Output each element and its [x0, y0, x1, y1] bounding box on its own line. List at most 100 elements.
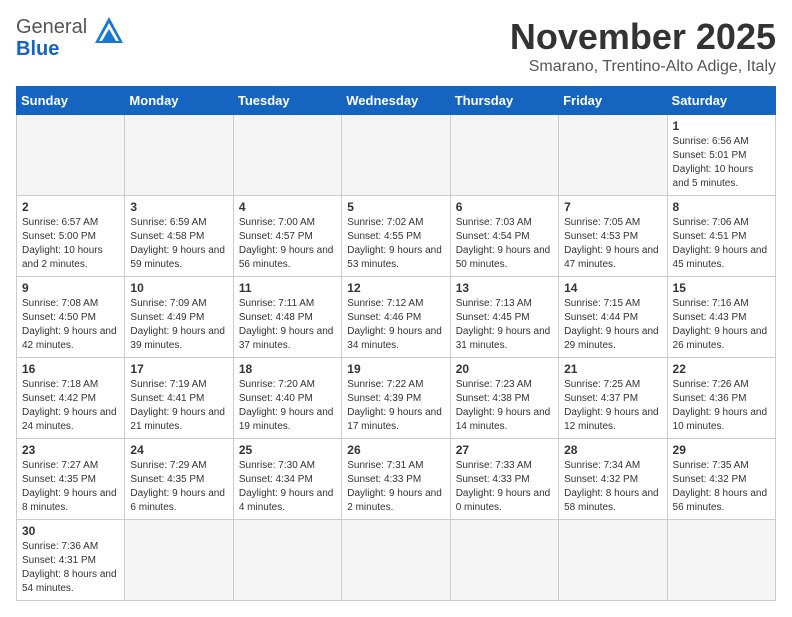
day-info: Sunrise: 7:00 AM Sunset: 4:57 PM Dayligh… — [239, 216, 336, 272]
calendar-week-row: 30 Sunrise: 7:36 AM Sunset: 4:31 PM Dayli… — [17, 520, 776, 601]
weekday-monday: Monday — [125, 87, 233, 115]
day-number: 21 — [564, 362, 661, 376]
day-number: 10 — [130, 281, 227, 295]
day-number: 3 — [130, 200, 227, 214]
day-info: Sunrise: 7:36 AM Sunset: 4:31 PM Dayligh… — [22, 540, 119, 596]
day-number: 28 — [564, 443, 661, 457]
day-info: Sunrise: 7:30 AM Sunset: 4:34 PM Dayligh… — [239, 459, 336, 515]
calendar-cell — [450, 520, 558, 601]
day-number: 19 — [347, 362, 444, 376]
month-title: November 2025 — [510, 16, 776, 58]
weekday-friday: Friday — [559, 87, 667, 115]
calendar-cell: 19 Sunrise: 7:22 AM Sunset: 4:39 PM Dayli… — [342, 358, 450, 439]
day-number: 15 — [673, 281, 770, 295]
calendar-cell — [667, 520, 775, 601]
calendar-cell: 1 Sunrise: 6:56 AM Sunset: 5:01 PM Daylig… — [667, 115, 775, 196]
calendar-cell: 20Sunrise: 7:23 AM Sunset: 4:38 PM Dayli… — [450, 358, 558, 439]
day-info: Sunrise: 7:26 AM Sunset: 4:36 PM Dayligh… — [673, 378, 770, 434]
day-number: 9 — [22, 281, 119, 295]
day-number: 2 — [22, 200, 119, 214]
weekday-header-row: SundayMondayTuesdayWednesdayThursdayFrid… — [17, 87, 776, 115]
day-number: 7 — [564, 200, 661, 214]
calendar-cell: 8 Sunrise: 7:06 AM Sunset: 4:51 PM Daylig… — [667, 196, 775, 277]
logo-general: General — [16, 16, 87, 38]
day-number: 26 — [347, 443, 444, 457]
calendar-cell — [450, 115, 558, 196]
calendar-cell: 10 Sunrise: 7:09 AM Sunset: 4:49 PM Dayli… — [125, 277, 233, 358]
day-info: Sunrise: 7:19 AM Sunset: 4:41 PM Dayligh… — [130, 378, 227, 434]
calendar-cell: 6 Sunrise: 7:03 AM Sunset: 4:54 PM Daylig… — [450, 196, 558, 277]
calendar-cell: 4 Sunrise: 7:00 AM Sunset: 4:57 PM Daylig… — [233, 196, 341, 277]
weekday-tuesday: Tuesday — [233, 87, 341, 115]
day-number: 16 — [22, 362, 119, 376]
calendar-cell: 26 Sunrise: 7:31 AM Sunset: 4:33 PM Dayli… — [342, 439, 450, 520]
calendar-cell: 25 Sunrise: 7:30 AM Sunset: 4:34 PM Dayli… — [233, 439, 341, 520]
calendar-cell — [342, 520, 450, 601]
day-info: Sunrise: 7:08 AM Sunset: 4:50 PM Dayligh… — [22, 297, 119, 353]
calendar-cell — [559, 520, 667, 601]
day-info: Sunrise: 6:57 AM Sunset: 5:00 PM Dayligh… — [22, 216, 119, 272]
day-info: Sunrise: 7:15 AM Sunset: 4:44 PM Dayligh… — [564, 297, 661, 353]
day-info: Sunrise: 7:25 AM Sunset: 4:37 PM Dayligh… — [564, 378, 661, 434]
day-info: Sunrise: 6:56 AM Sunset: 5:01 PM Dayligh… — [673, 135, 770, 191]
day-info: Sunrise: 7:31 AM Sunset: 4:33 PM Dayligh… — [347, 459, 444, 515]
calendar-cell: 24 Sunrise: 7:29 AM Sunset: 4:35 PM Dayli… — [125, 439, 233, 520]
calendar-cell: 27Sunrise: 7:33 AM Sunset: 4:33 PM Dayli… — [450, 439, 558, 520]
logo-text: General Blue — [16, 16, 87, 60]
day-number: 8 — [673, 200, 770, 214]
title-area: November 2025 Smarano, Trentino-Alto Adi… — [510, 16, 776, 76]
day-number: 30 — [22, 524, 119, 538]
day-info: Sunrise: 7:33 AM Sunset: 4:33 PM Dayligh… — [456, 459, 553, 515]
calendar-cell — [233, 115, 341, 196]
weekday-thursday: Thursday — [450, 87, 558, 115]
calendar-cell: 13Sunrise: 7:13 AM Sunset: 4:45 PM Dayli… — [450, 277, 558, 358]
day-number: 14 — [564, 281, 661, 295]
day-number: 6 — [456, 200, 553, 214]
day-number: 5 — [347, 200, 444, 214]
calendar-cell: 11 Sunrise: 7:11 AM Sunset: 4:48 PM Dayli… — [233, 277, 341, 358]
calendar-cell: 9 Sunrise: 7:08 AM Sunset: 4:50 PM Daylig… — [17, 277, 125, 358]
day-number: 4 — [239, 200, 336, 214]
day-number: 24 — [130, 443, 227, 457]
calendar-cell: 15 Sunrise: 7:16 AM Sunset: 4:43 PM Dayli… — [667, 277, 775, 358]
calendar-week-row: 1 Sunrise: 6:56 AM Sunset: 5:01 PM Daylig… — [17, 115, 776, 196]
day-info: Sunrise: 6:59 AM Sunset: 4:58 PM Dayligh… — [130, 216, 227, 272]
weekday-sunday: Sunday — [17, 87, 125, 115]
day-info: Sunrise: 7:09 AM Sunset: 4:49 PM Dayligh… — [130, 297, 227, 353]
calendar-cell — [342, 115, 450, 196]
day-number: 25 — [239, 443, 336, 457]
day-number: 22 — [673, 362, 770, 376]
calendar-cell — [17, 115, 125, 196]
day-info: Sunrise: 7:22 AM Sunset: 4:39 PM Dayligh… — [347, 378, 444, 434]
day-info: Sunrise: 7:03 AM Sunset: 4:54 PM Dayligh… — [456, 216, 553, 272]
day-number: 11 — [239, 281, 336, 295]
day-number: 17 — [130, 362, 227, 376]
day-info: Sunrise: 7:16 AM Sunset: 4:43 PM Dayligh… — [673, 297, 770, 353]
calendar-cell: 3 Sunrise: 6:59 AM Sunset: 4:58 PM Daylig… — [125, 196, 233, 277]
calendar-cell: 22 Sunrise: 7:26 AM Sunset: 4:36 PM Dayli… — [667, 358, 775, 439]
day-info: Sunrise: 7:29 AM Sunset: 4:35 PM Dayligh… — [130, 459, 227, 515]
day-info: Sunrise: 7:02 AM Sunset: 4:55 PM Dayligh… — [347, 216, 444, 272]
day-number: 29 — [673, 443, 770, 457]
calendar-cell: 5 Sunrise: 7:02 AM Sunset: 4:55 PM Daylig… — [342, 196, 450, 277]
day-number: 20 — [456, 362, 553, 376]
logo-area: General Blue — [16, 16, 125, 60]
calendar-week-row: 9 Sunrise: 7:08 AM Sunset: 4:50 PM Daylig… — [17, 277, 776, 358]
calendar-cell: 2 Sunrise: 6:57 AM Sunset: 5:00 PM Daylig… — [17, 196, 125, 277]
calendar-week-row: 16 Sunrise: 7:18 AM Sunset: 4:42 PM Dayli… — [17, 358, 776, 439]
calendar-week-row: 23Sunrise: 7:27 AM Sunset: 4:35 PM Dayli… — [17, 439, 776, 520]
weekday-saturday: Saturday — [667, 87, 775, 115]
calendar-cell: 28Sunrise: 7:34 AM Sunset: 4:32 PM Dayli… — [559, 439, 667, 520]
day-number: 12 — [347, 281, 444, 295]
calendar-cell: 16 Sunrise: 7:18 AM Sunset: 4:42 PM Dayli… — [17, 358, 125, 439]
day-info: Sunrise: 7:18 AM Sunset: 4:42 PM Dayligh… — [22, 378, 119, 434]
day-info: Sunrise: 7:06 AM Sunset: 4:51 PM Dayligh… — [673, 216, 770, 272]
calendar-cell — [559, 115, 667, 196]
calendar-cell: 12Sunrise: 7:12 AM Sunset: 4:46 PM Dayli… — [342, 277, 450, 358]
day-number: 13 — [456, 281, 553, 295]
day-info: Sunrise: 7:27 AM Sunset: 4:35 PM Dayligh… — [22, 459, 119, 515]
calendar-table: SundayMondayTuesdayWednesdayThursdayFrid… — [16, 86, 776, 601]
day-number: 1 — [673, 119, 770, 133]
day-info: Sunrise: 7:11 AM Sunset: 4:48 PM Dayligh… — [239, 297, 336, 353]
weekday-wednesday: Wednesday — [342, 87, 450, 115]
